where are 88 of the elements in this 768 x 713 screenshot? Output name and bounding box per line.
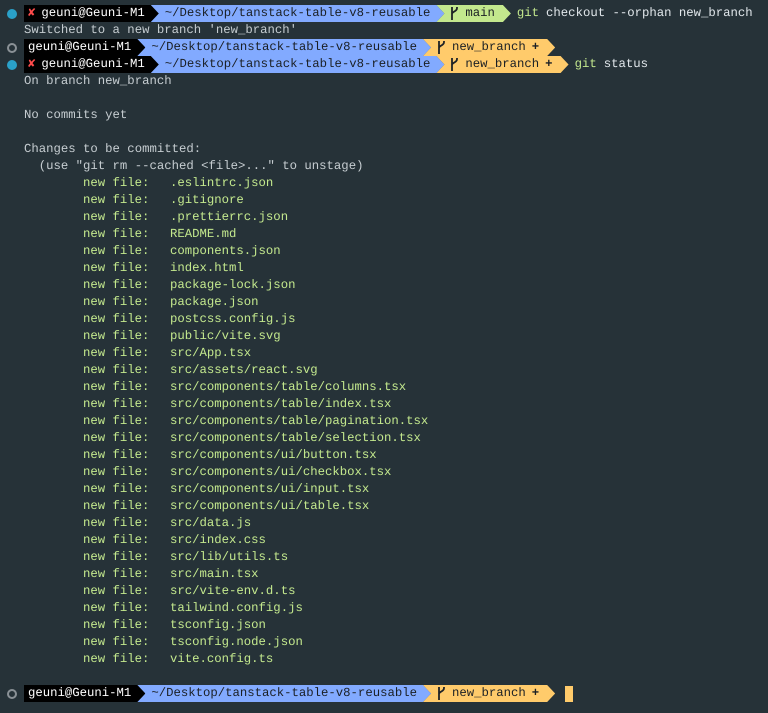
file-path: index.html (170, 260, 244, 277)
file-status: new file: (83, 345, 150, 362)
file-path: src/components/table/columns.tsx (170, 379, 406, 396)
file-status: new file: (83, 243, 150, 260)
file-status: new file: (83, 549, 150, 566)
file-path: package.json (170, 294, 259, 311)
branch-name: new_branch (452, 685, 526, 702)
file-status: new file: (83, 311, 150, 328)
output-text: On branch new_branch (24, 74, 172, 88)
file-path: src/data.js (170, 515, 252, 532)
command-name: git (516, 5, 540, 22)
git-branch-icon (450, 58, 460, 71)
command-args: checkout --orphan new_branch (546, 5, 753, 22)
file-path: src/vite-env.d.ts (170, 583, 296, 600)
file-path: src/components/ui/button.tsx (170, 447, 377, 464)
path-text: ~/Desktop/tanstack-table-v8-reusable (151, 685, 417, 702)
user-host: geuni@Geuni-M1 (28, 39, 132, 56)
output-text: (use "git rm --cached <file>..." to unstage) (38, 159, 364, 173)
command-name: git (574, 56, 597, 73)
file-path: components.json (170, 243, 281, 260)
file-path: tsconfig.json (170, 617, 266, 634)
file-path: tsconfig.node.json (170, 634, 303, 651)
file-status: new file: (83, 515, 150, 532)
branch-name: main (465, 5, 495, 22)
file-path: src/components/table/pagination.tsx (170, 413, 428, 430)
dirty-mark: + (545, 56, 553, 73)
file-status: new file: (83, 532, 150, 549)
file-status: new file: (83, 294, 150, 311)
file-status: new file: (83, 396, 150, 413)
file-path: .gitignore (170, 192, 244, 209)
user-host: geuni@Geuni-M1 (41, 56, 145, 73)
branch-name: new_branch (452, 39, 526, 56)
file-status: new file: (83, 464, 150, 481)
file-status: new file: (83, 651, 150, 668)
user-host: geuni@Geuni-M1 (28, 685, 132, 702)
path-text: ~/Desktop/tanstack-table-v8-reusable (151, 39, 417, 56)
file-status: new file: (83, 583, 150, 600)
user-host: geuni@Geuni-M1 (41, 5, 145, 22)
file-status: new file: (83, 209, 150, 226)
file-path: src/lib/utils.ts (170, 549, 288, 566)
file-status: new file: (83, 498, 150, 515)
file-path: postcss.config.js (170, 311, 296, 328)
file-status: new file: (83, 175, 150, 192)
output-text: Changes to be committed: (24, 142, 202, 156)
error-mark: ✘ (28, 5, 36, 22)
file-path: src/assets/react.svg (170, 362, 318, 379)
file-status: new file: (83, 192, 150, 209)
output-text: Switched to a new branch 'new_branch' (24, 23, 298, 37)
file-path: vite.config.ts (170, 651, 274, 668)
git-branch-icon (436, 687, 446, 700)
file-status: new file: (83, 328, 150, 345)
file-path: src/components/ui/checkbox.tsx (170, 464, 392, 481)
file-status: new file: (83, 481, 150, 498)
command-args: status (604, 56, 648, 73)
file-path: README.md (170, 226, 236, 243)
error-mark: ✘ (28, 56, 36, 73)
file-path: package-lock.json (170, 277, 296, 294)
file-path: src/index.css (170, 532, 266, 549)
git-branch-icon (450, 7, 460, 20)
file-path: src/components/ui/input.tsx (170, 481, 370, 498)
file-path: .eslintrc.json (170, 175, 274, 192)
file-status: new file: (83, 277, 150, 294)
dirty-mark: + (532, 39, 540, 56)
path-text: ~/Desktop/tanstack-table-v8-reusable (164, 56, 430, 73)
file-path: src/main.tsx (170, 566, 259, 583)
file-status: new file: (83, 413, 150, 430)
file-path: src/components/table/index.tsx (170, 396, 392, 413)
file-path: src/components/ui/table.tsx (170, 498, 370, 515)
file-path: public/vite.svg (170, 328, 281, 345)
output-text: No commits yet (24, 108, 128, 122)
file-path: tailwind.config.js (170, 600, 303, 617)
file-path: src/App.tsx (170, 345, 252, 362)
file-status: new file: (83, 617, 150, 634)
file-status: new file: (83, 600, 150, 617)
file-path: src/components/table/selection.tsx (170, 430, 421, 447)
file-status: new file: (83, 260, 150, 277)
dirty-mark: + (532, 685, 540, 702)
file-status: new file: (83, 226, 150, 243)
file-status: new file: (83, 566, 150, 583)
file-status: new file: (83, 430, 150, 447)
file-path: .prettierrc.json (170, 209, 288, 226)
path-text: ~/Desktop/tanstack-table-v8-reusable (164, 5, 430, 22)
git-branch-icon (436, 41, 446, 54)
file-status: new file: (83, 447, 150, 464)
file-status: new file: (83, 379, 150, 396)
file-status: new file: (83, 634, 150, 651)
file-status: new file: (83, 362, 150, 379)
branch-name: new_branch (465, 56, 540, 73)
